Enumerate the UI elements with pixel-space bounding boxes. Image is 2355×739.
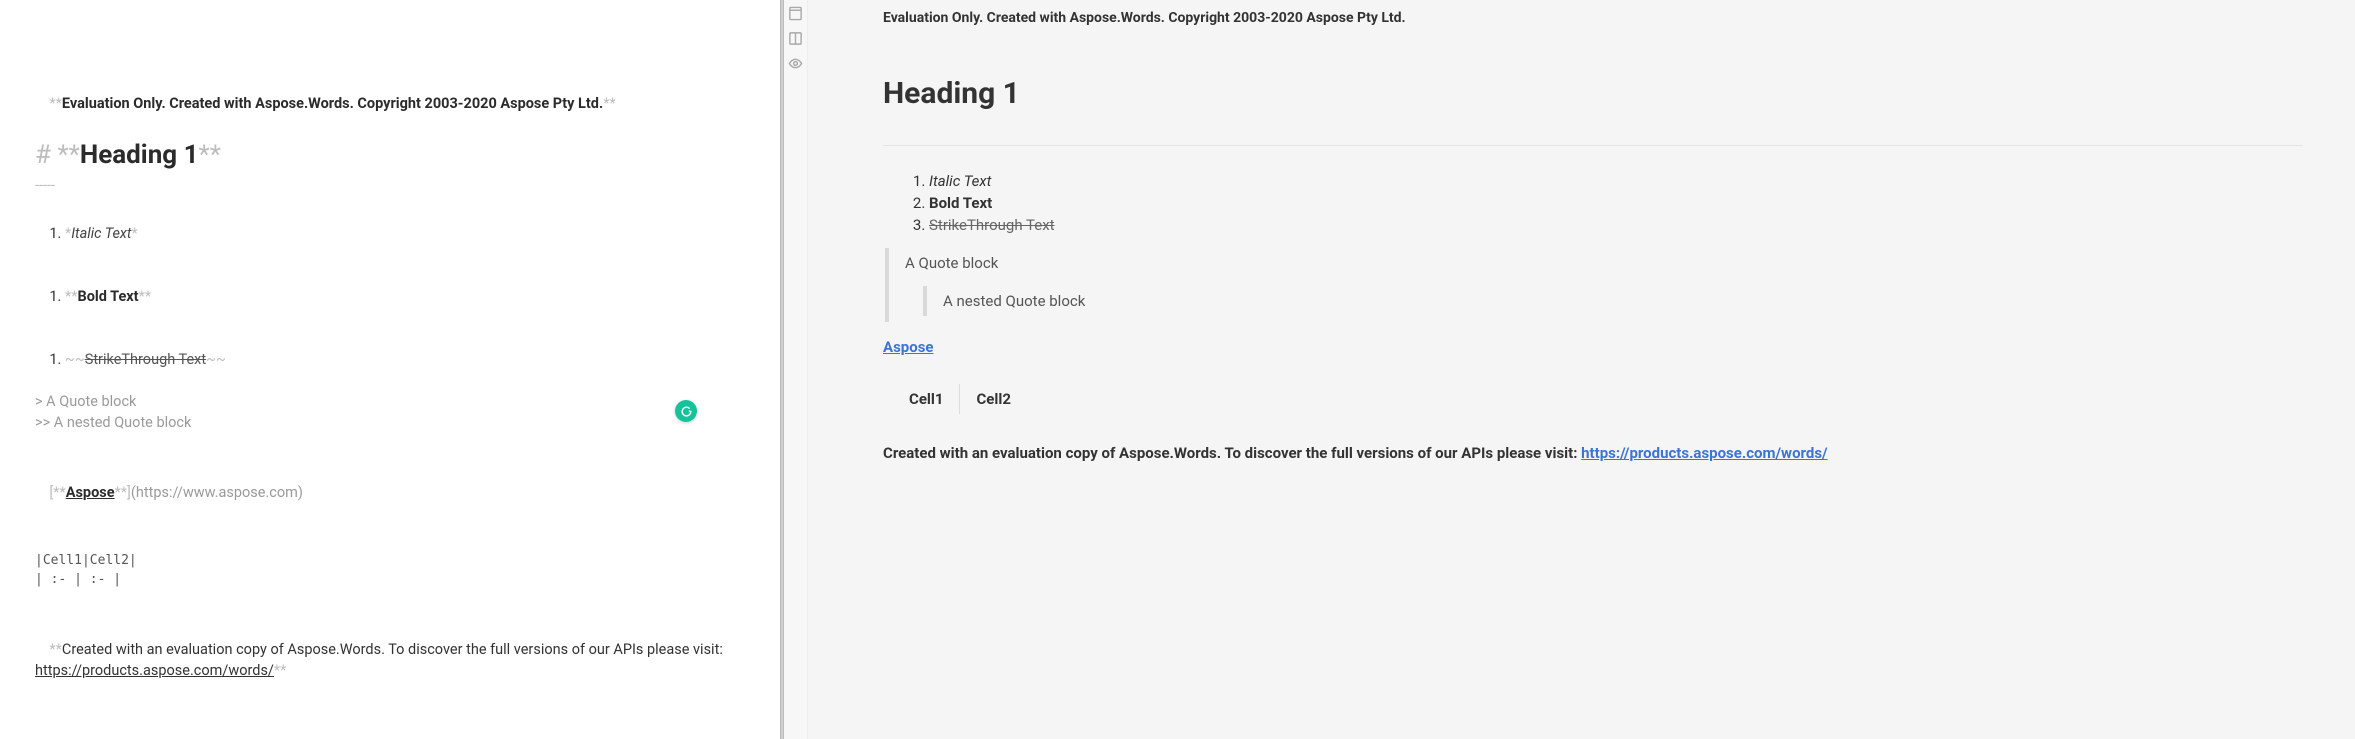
- table-header-cell: Cell2: [960, 384, 1027, 414]
- preview-link-aspose[interactable]: Aspose: [883, 338, 934, 356]
- editor-line-list-1[interactable]: 1. *Italic Text*: [35, 202, 780, 265]
- markdown-editor-pane[interactable]: **Evaluation Only. Created with Aspose.W…: [0, 0, 780, 739]
- list-item: StrikeThrough Text: [929, 216, 2355, 234]
- preview-blockquote-nested: A nested Quote block: [923, 286, 2355, 316]
- editor-line-quote-1[interactable]: > A Quote block: [35, 391, 780, 412]
- preview-eval-text: Evaluation Only. Created with Aspose.Wor…: [883, 10, 2355, 26]
- preview-hr: [883, 145, 2303, 146]
- editor-line-table-1[interactable]: |Cell1|Cell2|: [35, 552, 780, 571]
- preview-ordered-list: Italic Text Bold Text StrikeThrough Text: [889, 172, 2355, 234]
- grammarly-badge-icon[interactable]: [675, 400, 697, 422]
- editor-line-list-3[interactable]: 1. ~~StrikeThrough Text~~: [35, 328, 780, 391]
- editor-line-quote-2[interactable]: >> A nested Quote block: [35, 412, 780, 433]
- single-page-icon[interactable]: [788, 6, 803, 21]
- editor-line-heading[interactable]: # ** Heading 1 **: [35, 137, 780, 175]
- list-item: Bold Text: [929, 194, 2355, 212]
- editor-line-list-2[interactable]: 1. **Bold Text**: [35, 265, 780, 328]
- editor-line-hr[interactable]: -----: [35, 175, 780, 196]
- editor-line-table-2[interactable]: | :- | :- |: [35, 571, 780, 590]
- preview-table: Cell1 Cell2: [893, 384, 1027, 414]
- list-item: Italic Text: [929, 172, 2355, 190]
- split-view-icon[interactable]: [788, 31, 803, 46]
- preview-closing-text: Created with an evaluation copy of Aspos…: [883, 444, 2303, 462]
- table-header-cell: Cell1: [893, 384, 960, 414]
- view-mode-gutter: [784, 0, 808, 739]
- preview-icon[interactable]: [788, 56, 803, 71]
- editor-line-link[interactable]: [**Aspose**](https://www.aspose.com): [35, 461, 780, 524]
- editor-line-eval[interactable]: **Evaluation Only. Created with Aspose.W…: [35, 72, 780, 135]
- editor-line-closing[interactable]: **Created with an evaluation copy of Asp…: [35, 618, 780, 702]
- table-row: Cell1 Cell2: [893, 384, 1027, 414]
- markdown-preview-pane: Evaluation Only. Created with Aspose.Wor…: [808, 0, 2355, 739]
- preview-link-products[interactable]: https://products.aspose.com/words/: [1581, 444, 1827, 462]
- preview-heading-1: Heading 1: [883, 76, 2355, 111]
- preview-blockquote: A Quote block A nested Quote block: [883, 248, 2355, 322]
